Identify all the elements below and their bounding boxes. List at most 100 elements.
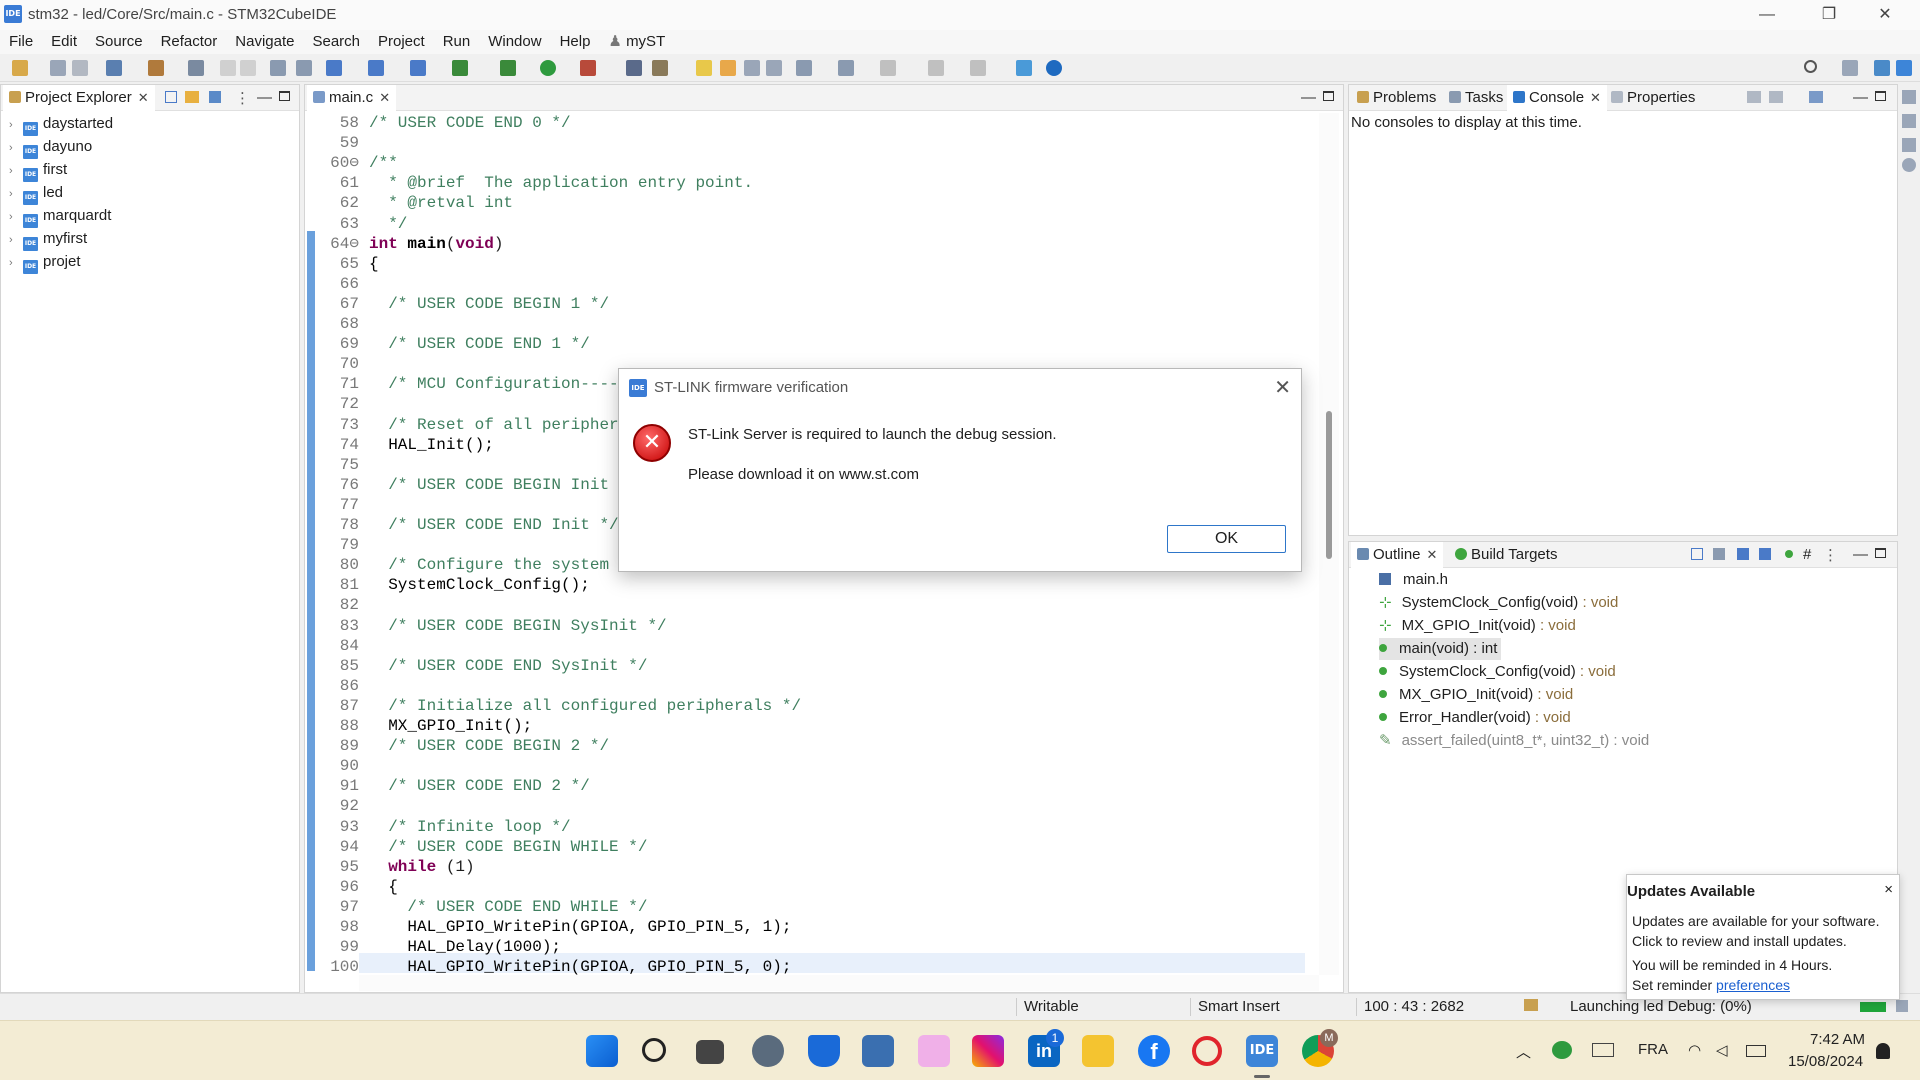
device-config-icon[interactable] [188, 60, 204, 76]
maximize-view-icon[interactable] [279, 91, 290, 101]
instagram-icon[interactable] [972, 1035, 1004, 1067]
clock-date[interactable]: 15/08/2024 [1788, 1053, 1863, 1070]
forward-icon[interactable] [970, 60, 986, 76]
close-dialog-icon[interactable]: ✕ [1274, 375, 1291, 400]
last-edit-icon[interactable] [880, 60, 896, 76]
task-view-icon[interactable] [696, 1040, 724, 1064]
chevron-right-icon[interactable]: › [9, 206, 21, 228]
tab-tasks[interactable]: Tasks [1443, 85, 1509, 111]
hide-fields-icon[interactable] [1737, 548, 1749, 560]
menu-search[interactable]: Search [303, 30, 369, 54]
chevron-up-icon[interactable]: ︿ [1516, 1041, 1531, 1062]
cdt-perspective-icon[interactable] [1874, 60, 1890, 76]
tab-console[interactable]: Console ✕ [1507, 85, 1607, 111]
preferences-link[interactable]: preferences [1716, 977, 1790, 993]
scrollbar-thumb[interactable] [1326, 411, 1332, 559]
vertical-scrollbar[interactable] [1319, 113, 1339, 975]
menu-help[interactable]: Help [551, 30, 600, 54]
notification-bell-icon[interactable] [1876, 1043, 1890, 1059]
prev-annotation-icon[interactable] [838, 60, 854, 76]
search-icon[interactable] [1804, 60, 1817, 73]
info-icon[interactable] [1046, 60, 1062, 76]
outline-item[interactable]: ⊹ SystemClock_Config(void) : void [1379, 592, 1618, 614]
ok-button[interactable]: OK [1167, 525, 1286, 553]
menu-window[interactable]: Window [479, 30, 550, 54]
build-config-icon[interactable] [106, 60, 122, 76]
menu-refactor[interactable]: Refactor [152, 30, 227, 54]
search-files-icon[interactable] [270, 60, 286, 76]
wifi-icon[interactable]: ◠ [1688, 1041, 1701, 1059]
tree-item-project[interactable]: › IDE first [9, 159, 67, 182]
volume-icon[interactable]: ◁ [1716, 1041, 1728, 1059]
collapse-all-icon[interactable] [165, 91, 177, 103]
chevron-right-icon[interactable]: › [9, 160, 21, 182]
tree-item-project[interactable]: › IDE daystarted [9, 113, 113, 136]
file-explorer-icon[interactable] [1082, 1035, 1114, 1067]
search-taskbar-icon[interactable] [642, 1038, 666, 1062]
new-file-icon[interactable] [410, 60, 426, 76]
tab-project-explorer[interactable]: Project Explorer ✕ [3, 85, 155, 111]
menu-project[interactable]: Project [369, 30, 434, 54]
open-type-icon[interactable] [626, 60, 642, 76]
trim-live-expressions-icon[interactable] [1902, 158, 1916, 172]
ide-perspective-icon[interactable] [1896, 60, 1912, 76]
menu-navigate[interactable]: Navigate [226, 30, 303, 54]
close-tab-icon[interactable]: ✕ [1427, 547, 1438, 562]
redo-icon[interactable] [240, 60, 256, 76]
view-menu-icon[interactable]: ⋮ [1823, 546, 1838, 564]
tree-item-project[interactable]: › IDE marquardt [9, 205, 111, 228]
back-icon[interactable] [928, 60, 944, 76]
tab-main-c[interactable]: main.c ✕ [307, 85, 397, 111]
highlight-icon[interactable] [696, 60, 712, 76]
chevron-right-icon[interactable]: › [9, 137, 21, 159]
tab-build-targets[interactable]: Build Targets [1449, 542, 1563, 568]
new-icon[interactable] [12, 60, 28, 76]
updates-notification[interactable]: Updates Available × Updates are availabl… [1626, 874, 1900, 1000]
tab-problems[interactable]: Problems [1351, 85, 1442, 111]
filter-icon[interactable] [209, 91, 221, 103]
link-editor-icon[interactable] [185, 91, 199, 103]
close-window-button[interactable]: ✕ [1862, 0, 1908, 30]
undo-icon[interactable] [220, 60, 236, 76]
settings-icon[interactable] [752, 1035, 784, 1067]
chevron-right-icon[interactable]: › [9, 183, 21, 205]
view-menu-icon[interactable]: ⋮ [235, 89, 250, 107]
tree-item-project[interactable]: › IDE dayuno [9, 136, 92, 159]
outline-item-inactive[interactable]: ✎ assert_failed(uint8_t*, uint32_t) : voi… [1379, 730, 1649, 752]
save-all-icon[interactable] [72, 60, 88, 76]
outline-item[interactable]: MX_GPIO_Init(void) : void [1379, 684, 1573, 706]
minimize-view-icon[interactable]: — [1853, 89, 1868, 106]
minimize-view-icon[interactable]: — [1853, 546, 1868, 563]
trim-registers-icon[interactable] [1902, 114, 1916, 128]
save-icon[interactable] [50, 60, 66, 76]
collapse-all-icon[interactable] [1691, 548, 1703, 560]
minimize-button[interactable]: — [1744, 0, 1790, 30]
windows-start-icon[interactable] [586, 1035, 618, 1067]
clock-time[interactable]: 7:42 AM [1810, 1031, 1865, 1048]
tab-outline[interactable]: Outline ✕ [1351, 542, 1444, 568]
debug-icon[interactable] [500, 60, 516, 76]
menu-run[interactable]: Run [434, 30, 480, 54]
sync-icon[interactable] [1552, 1041, 1572, 1059]
clean-icon[interactable] [296, 60, 312, 76]
close-tab-icon[interactable]: ✕ [138, 90, 149, 105]
battery-icon[interactable] [1746, 1045, 1766, 1057]
open-perspective-icon[interactable] [652, 60, 668, 76]
keyboard-app-icon[interactable] [862, 1035, 894, 1067]
status-insert-mode[interactable]: Smart Insert [1198, 998, 1280, 1015]
trim-stack-icon[interactable] [1902, 90, 1916, 104]
outline-item[interactable]: Error_Handler(void) : void [1379, 707, 1571, 729]
build-icon[interactable] [148, 60, 164, 76]
stm32cubeide-taskbar-icon[interactable]: IDE [1246, 1035, 1278, 1067]
snipping-tool-icon[interactable] [918, 1035, 950, 1067]
restore-button[interactable]: ❐ [1806, 0, 1852, 30]
maximize-view-icon[interactable] [1875, 548, 1886, 558]
block-selection-icon[interactable] [744, 60, 760, 76]
chevron-right-icon[interactable]: › [9, 252, 21, 274]
maximize-view-icon[interactable] [1875, 91, 1886, 101]
horizontal-scrollbar[interactable] [359, 975, 1319, 991]
next-annotation-icon[interactable] [796, 60, 812, 76]
pin-console-icon[interactable] [1747, 91, 1761, 103]
mark-occurrences-icon[interactable] [720, 60, 736, 76]
group-includes-icon[interactable]: # [1803, 546, 1811, 563]
